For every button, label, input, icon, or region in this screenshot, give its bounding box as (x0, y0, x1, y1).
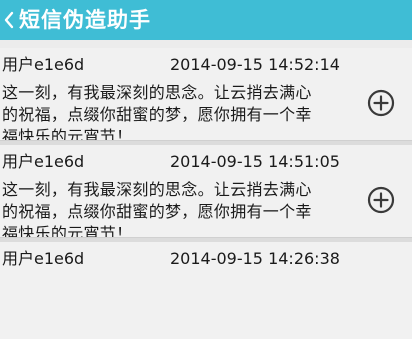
app-bar: 短信伪造助手 (0, 0, 412, 40)
message-header: 用户e1e6d 2014-09-15 14:51:05 (2, 151, 402, 173)
back-button[interactable]: 短信伪造助手 (0, 0, 151, 40)
chevron-left-icon (4, 11, 14, 29)
message-time: 2014-09-15 14:51:05 (170, 152, 340, 171)
message-body: 这一刻，有我最深刻的思念。让云捎去满心的祝福，点缀你甜蜜的梦，愿你拥有一个幸福快… (2, 83, 312, 146)
list-item[interactable]: 用户e1e6d 2014-09-15 14:52:14 这一刻，有我最深刻的思念… (0, 48, 412, 146)
add-circle-icon (367, 89, 395, 117)
page-title: 短信伪造助手 (19, 8, 151, 32)
list-item[interactable]: 用户e1e6d 2014-09-15 14:51:05 这一刻，有我最深刻的思念… (0, 145, 412, 243)
message-body: 这一刻，有我最深刻的思念。让云捎去满心的祝福，点缀你甜蜜的梦，愿你拥有一个幸福快… (2, 180, 312, 243)
message-list: 用户e1e6d 2014-09-15 14:52:14 这一刻，有我最深刻的思念… (0, 48, 412, 339)
message-time: 2014-09-15 14:52:14 (170, 55, 340, 74)
message-sender: 用户e1e6d (2, 55, 85, 74)
message-sender: 用户e1e6d (2, 152, 85, 171)
message-header: 用户e1e6d 2014-09-15 14:52:14 (2, 54, 402, 76)
add-button[interactable] (367, 186, 395, 214)
add-button[interactable] (367, 89, 395, 117)
add-circle-icon (367, 186, 395, 214)
list-item[interactable]: 用户e1e6d 2014-09-15 14:26:38 (0, 242, 412, 339)
